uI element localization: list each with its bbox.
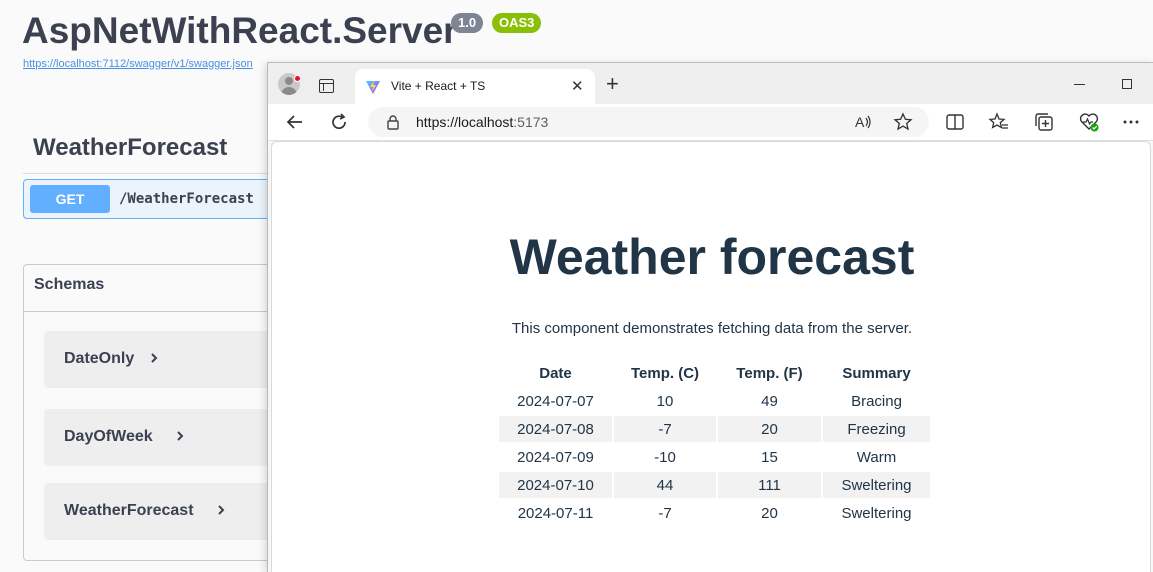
table-row: 2024-07-11 -7 20 Sweltering	[499, 500, 930, 526]
cell-date: 2024-07-10	[499, 472, 612, 498]
chevron-right-icon	[218, 505, 225, 515]
table-row: 2024-07-08 -7 20 Freezing	[499, 416, 930, 442]
cell-temp-c: -7	[614, 416, 716, 442]
schema-item[interactable]: DayOfWeek	[44, 409, 284, 466]
svg-text:A: A	[855, 114, 865, 130]
cell-summary: Sweltering	[823, 472, 930, 498]
browser-window: Vite + React + TS ✕ + https://localhost:…	[267, 62, 1153, 572]
minimize-icon[interactable]	[1074, 84, 1085, 85]
cell-temp-f: 15	[761, 448, 778, 466]
table-row: 2024-07-09 -10 15 Warm	[499, 444, 930, 470]
weather-table: Date Temp. (C) Temp. (F) Summary 2024-07…	[497, 358, 932, 528]
cell-summary: Freezing	[823, 416, 930, 442]
vite-logo-icon	[366, 80, 380, 94]
tab-title: Vite + React + TS	[391, 79, 486, 93]
column-header-temp-c: Temp. (C)	[630, 364, 700, 382]
cell-temp-f: 111	[718, 472, 821, 498]
schema-item[interactable]: WeatherForecast	[44, 483, 284, 540]
schemas-panel: Schemas DateOnly DayOfWeek WeatherForeca…	[23, 264, 284, 561]
cell-summary: Warm	[856, 448, 897, 466]
cell-temp-f: 20	[761, 504, 778, 522]
table-row: 2024-07-07 10 49 Bracing	[499, 388, 930, 414]
page-description: This component demonstrates fetching dat…	[511, 320, 913, 337]
table-row: 2024-07-10 44 111 Sweltering	[499, 472, 930, 498]
cell-temp-f: 20	[718, 416, 821, 442]
split-screen-icon[interactable]	[944, 111, 966, 133]
tag-section-header[interactable]: WeatherForecast	[23, 132, 283, 174]
swagger-title: AspNetWithReact.Server	[22, 10, 458, 51]
lock-icon[interactable]	[386, 115, 400, 130]
read-aloud-icon[interactable]: A	[852, 111, 874, 133]
address-bar[interactable]: https://localhost:5173 A	[368, 107, 929, 137]
maximize-icon[interactable]	[1122, 79, 1132, 89]
back-icon[interactable]	[284, 111, 306, 133]
refresh-icon[interactable]	[328, 111, 350, 133]
profile-notification-dot	[294, 75, 301, 82]
browser-essentials-icon[interactable]	[1078, 111, 1100, 133]
cell-summary: Sweltering	[841, 504, 912, 522]
column-header-summary: Summary	[842, 364, 911, 382]
column-header-date: Date	[539, 364, 572, 382]
cell-temp-c: -7	[658, 504, 672, 522]
collections-icon[interactable]	[1033, 111, 1055, 133]
cell-date: 2024-07-08	[499, 416, 612, 442]
cell-temp-c: -10	[654, 448, 676, 466]
title-bar: Vite + React + TS ✕ +	[268, 63, 1153, 104]
column-header-temp-f: Temp. (F)	[736, 364, 803, 382]
method-badge: GET	[30, 185, 110, 213]
schema-item[interactable]: DateOnly	[44, 331, 284, 388]
cell-date: 2024-07-11	[517, 504, 594, 522]
schema-item-label: DayOfWeek	[64, 428, 185, 446]
oas-badge: OAS3	[492, 13, 542, 33]
chevron-right-icon	[177, 431, 184, 441]
new-tab-icon[interactable]: +	[606, 73, 619, 95]
operation-path: /WeatherForecast	[119, 191, 254, 207]
tab-close-icon[interactable]: ✕	[571, 77, 584, 95]
favorite-icon[interactable]	[892, 111, 914, 133]
cell-temp-c: 44	[614, 472, 716, 498]
tag-label: WeatherForecast	[33, 134, 228, 161]
browser-tab[interactable]: Vite + React + TS ✕	[355, 69, 595, 104]
cell-date: 2024-07-07	[517, 392, 594, 410]
table-header-row: Date Temp. (C) Temp. (F) Summary	[499, 360, 930, 386]
page-viewport: Weather forecast This component demonstr…	[271, 141, 1151, 572]
cell-temp-f: 49	[761, 392, 778, 410]
cell-temp-c: 10	[656, 392, 674, 410]
address-text[interactable]: https://localhost:5173	[416, 114, 548, 130]
toolbar: https://localhost:5173 A	[268, 104, 1153, 141]
schema-item-label: WeatherForecast	[64, 502, 226, 520]
cell-summary: Bracing	[851, 392, 902, 410]
operation-block[interactable]: GET /WeatherForecast	[23, 179, 283, 219]
tab-actions-icon[interactable]	[319, 79, 334, 93]
spec-url-link[interactable]: https://localhost:7112/swagger/v1/swagge…	[23, 58, 253, 70]
page-heading: Weather forecast	[509, 229, 915, 285]
version-badge: 1.0	[451, 13, 484, 33]
more-icon[interactable]	[1120, 111, 1142, 133]
schema-item-label: DateOnly	[64, 350, 159, 368]
favorites-icon[interactable]	[988, 111, 1010, 133]
schemas-header[interactable]: Schemas	[24, 265, 282, 312]
chevron-right-icon	[150, 353, 158, 363]
cell-date: 2024-07-09	[517, 448, 594, 466]
